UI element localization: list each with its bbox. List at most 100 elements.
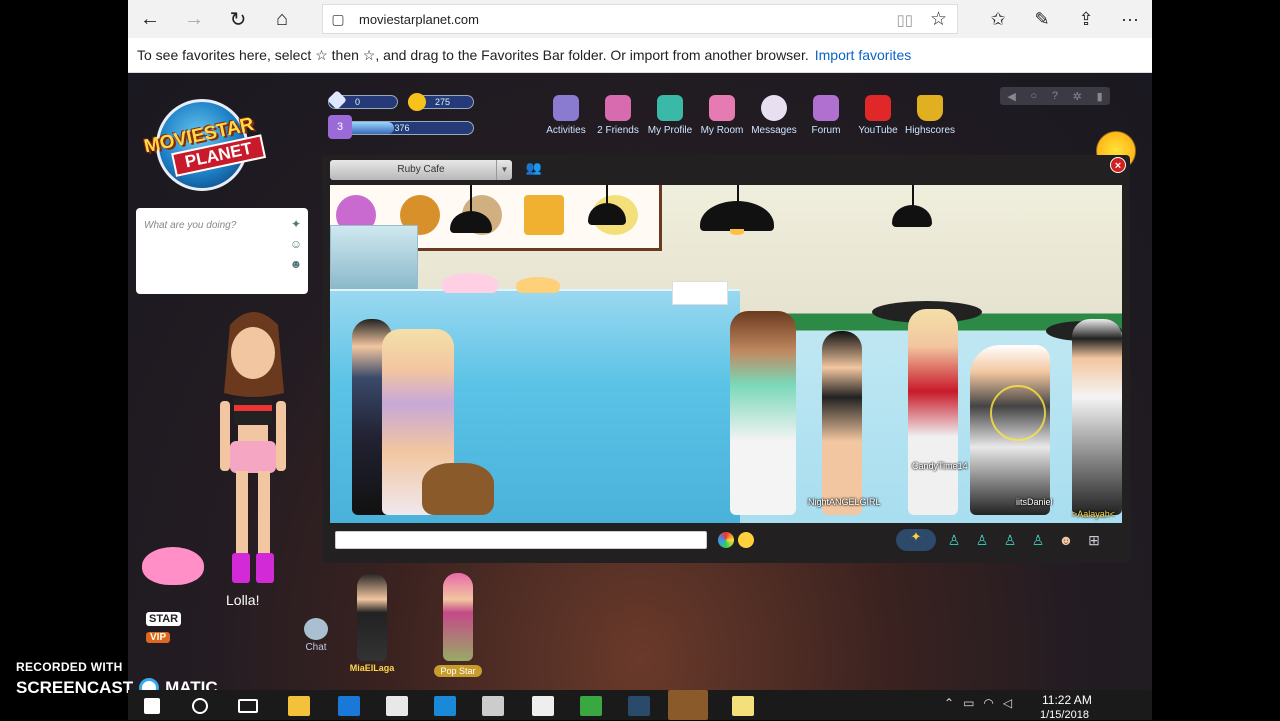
help-icon[interactable]: ? bbox=[1052, 90, 1058, 102]
nav-label: Messages bbox=[751, 125, 797, 136]
utorrent-icon[interactable] bbox=[580, 696, 602, 716]
edge-icon[interactable] bbox=[338, 696, 360, 716]
import-favorites-link[interactable]: Import favorites bbox=[815, 47, 911, 63]
share-icon[interactable]: ⇪ bbox=[1064, 0, 1108, 38]
status-box[interactable]: What are you doing? ✦ ☺ ☻ bbox=[136, 208, 308, 294]
search-icon[interactable] bbox=[192, 698, 208, 714]
pose-jump-icon[interactable]: ♙ bbox=[1028, 529, 1048, 551]
player-avatar[interactable] bbox=[208, 305, 298, 585]
battery-icon[interactable]: ▭ bbox=[963, 696, 974, 710]
task-view-icon[interactable] bbox=[238, 699, 258, 713]
chat-input[interactable] bbox=[335, 531, 707, 549]
start-icon[interactable] bbox=[144, 698, 160, 714]
url-field[interactable]: ▢ moviestarplanet.com ▯▯ ☆ bbox=[322, 4, 958, 34]
wifi-icon[interactable]: ◠ bbox=[983, 696, 993, 710]
reading-view-icon[interactable]: ▯▯ bbox=[896, 11, 913, 29]
steam-icon[interactable] bbox=[628, 696, 650, 716]
npc-name: iitsDaniel bbox=[1016, 497, 1053, 507]
logout-icon[interactable]: ▮ bbox=[1097, 90, 1103, 103]
app-l-icon[interactable] bbox=[434, 696, 456, 716]
settings-icon[interactable]: ✲ bbox=[1073, 90, 1082, 103]
moviestarplanet-logo[interactable]: MOVIESTAR PLANET bbox=[130, 95, 272, 191]
chevron-up-icon[interactable]: ⌃ bbox=[944, 696, 954, 710]
face-expression-icon[interactable]: ☻ bbox=[1056, 529, 1076, 551]
piggy-bank-icon[interactable] bbox=[142, 547, 204, 585]
nav-activities[interactable]: Activities bbox=[540, 95, 592, 136]
pen-icon[interactable]: ✎ bbox=[1020, 0, 1064, 38]
cafe-scene[interactable]: NightANGELGIRL CandyTime14 iitsDaniel >A… bbox=[330, 185, 1122, 523]
active-app-icon[interactable] bbox=[668, 690, 708, 720]
pet-dog[interactable] bbox=[422, 463, 494, 515]
volume-icon[interactable]: ◁ bbox=[1003, 696, 1012, 710]
chat-label: Chat bbox=[305, 642, 327, 653]
pose-stand-icon[interactable]: ♙ bbox=[944, 529, 964, 551]
home-icon[interactable]: ⌂ bbox=[260, 0, 304, 38]
clock-time[interactable]: 11:22 AM bbox=[1042, 693, 1092, 707]
npc-avatar[interactable] bbox=[908, 309, 958, 515]
system-tray: ⌃ ▭ ◠ ◁ bbox=[944, 696, 1012, 710]
face-icon[interactable]: ☺ bbox=[288, 234, 304, 254]
lamp-bulb bbox=[730, 229, 744, 235]
more-icon[interactable]: ··· bbox=[1108, 0, 1152, 38]
document-icon[interactable] bbox=[532, 696, 554, 716]
youtube-icon bbox=[865, 95, 891, 121]
close-room-button[interactable]: × bbox=[1110, 157, 1126, 173]
nav-messages[interactable]: Messages bbox=[748, 95, 800, 136]
mail-icon[interactable] bbox=[482, 696, 504, 716]
avatar-name: Lolla! bbox=[226, 592, 260, 608]
online-friend[interactable]: MiaElLaga bbox=[342, 573, 402, 683]
display-case bbox=[330, 225, 418, 291]
napkins-icon bbox=[672, 281, 728, 305]
level-value: 3 bbox=[336, 121, 344, 133]
favorites-hub-icon[interactable]: ✩ bbox=[976, 0, 1020, 38]
pet-icon[interactable]: ☻ bbox=[288, 254, 304, 274]
vip-text: VIP bbox=[146, 632, 171, 643]
cake-icon bbox=[442, 273, 498, 293]
online-friend[interactable]: Pop Star bbox=[428, 573, 488, 683]
store-icon[interactable] bbox=[386, 696, 408, 716]
pose-dance-icon[interactable]: ♙ bbox=[1000, 529, 1020, 551]
forward-icon[interactable]: → bbox=[172, 0, 216, 38]
sound-icon[interactable]: ◀ bbox=[1007, 90, 1015, 103]
messages-icon bbox=[761, 95, 787, 121]
nav-my-profile[interactable]: My Profile bbox=[644, 95, 696, 136]
status-placeholder: What are you doing? bbox=[144, 220, 237, 231]
npc-avatar[interactable] bbox=[730, 311, 796, 515]
player-stats: 0 275 376 3 bbox=[327, 90, 478, 143]
friends-icon bbox=[605, 95, 631, 121]
pose-icon[interactable]: ✦ bbox=[288, 214, 304, 234]
friend-avatar bbox=[357, 573, 387, 661]
nav-highscores[interactable]: Highscores bbox=[904, 95, 956, 136]
smiley-icon[interactable] bbox=[738, 532, 754, 548]
sticky-notes-icon[interactable] bbox=[732, 696, 754, 716]
nav-youtube[interactable]: YouTube bbox=[852, 95, 904, 136]
profile-icon bbox=[657, 95, 683, 121]
chat-tab[interactable]: Chat bbox=[302, 618, 330, 653]
nav-forum[interactable]: Forum bbox=[800, 95, 852, 136]
back-icon[interactable]: ← bbox=[128, 0, 172, 38]
color-picker-icon[interactable] bbox=[718, 532, 734, 548]
status-icons: ✦ ☺ ☻ bbox=[288, 214, 304, 274]
clock-date[interactable]: 1/15/2018 bbox=[1040, 709, 1089, 721]
gamepad-icon[interactable]: ⊞ bbox=[1084, 529, 1104, 551]
boonie-button[interactable]: ✦ bbox=[896, 529, 936, 551]
watermark-line1: RECORDED WITH bbox=[16, 660, 123, 674]
pose-wave-icon[interactable]: ♙ bbox=[972, 529, 992, 551]
diamonds-value: 0 bbox=[355, 97, 361, 107]
fullscreen-icon[interactable]: ○ bbox=[1031, 90, 1038, 102]
nav-friends[interactable]: 2 Friends bbox=[592, 95, 644, 136]
nav-label: Activities bbox=[546, 125, 586, 136]
friend-avatar bbox=[443, 573, 473, 661]
nav-label: Forum bbox=[811, 125, 841, 136]
room-people-icon[interactable]: 👥 bbox=[522, 160, 546, 180]
favorite-star-icon[interactable]: ☆ bbox=[930, 8, 947, 31]
nav-my-room[interactable]: My Room bbox=[696, 95, 748, 136]
npc-avatar[interactable] bbox=[1072, 319, 1122, 515]
refresh-icon[interactable]: ↻ bbox=[216, 0, 260, 38]
room-selector[interactable]: Ruby Cafe ▼ bbox=[330, 160, 512, 180]
star-vip-badge[interactable]: STAR VIP bbox=[146, 609, 202, 659]
lamp-cord bbox=[470, 185, 472, 213]
address-bar: ← → ↻ ⌂ ▢ moviestarplanet.com ▯▯ ☆ ✩ ✎ ⇪… bbox=[128, 0, 1152, 38]
npc-avatar[interactable] bbox=[822, 331, 862, 515]
file-explorer-icon[interactable] bbox=[288, 696, 310, 716]
